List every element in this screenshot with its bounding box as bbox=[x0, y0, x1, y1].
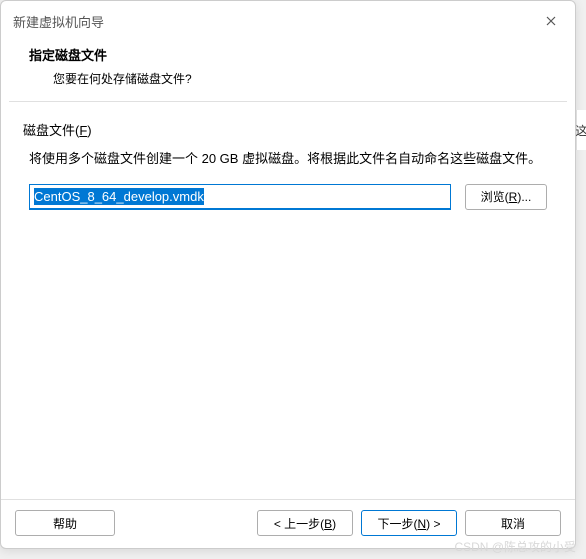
disk-file-group-label: 磁盘文件(F) bbox=[23, 120, 553, 139]
disk-file-input-value: CentOS_8_64_develop.vmdk bbox=[34, 188, 204, 205]
content-area: 磁盘文件(F) 将使用多个磁盘文件创建一个 20 GB 虚拟磁盘。将根据此文件名… bbox=[1, 102, 575, 499]
wizard-footer: 帮助 < 上一步(B) 下一步(N) > 取消 bbox=[1, 499, 575, 548]
description-text: 将使用多个磁盘文件创建一个 20 GB 虚拟磁盘。将根据此文件名自动命名这些磁盘… bbox=[29, 149, 547, 170]
browse-button[interactable]: 浏览(R)... bbox=[465, 184, 547, 210]
back-button[interactable]: < 上一步(B) bbox=[257, 510, 353, 536]
side-strip: 这 bbox=[576, 110, 586, 150]
cancel-button[interactable]: 取消 bbox=[465, 510, 561, 536]
titlebar: 新建虚拟机向导 bbox=[1, 1, 575, 39]
wizard-header: 指定磁盘文件 您要在何处存储磁盘文件? bbox=[1, 39, 575, 101]
disk-file-input[interactable]: CentOS_8_64_develop.vmdk bbox=[29, 184, 451, 210]
close-icon bbox=[546, 16, 556, 26]
close-button[interactable] bbox=[539, 9, 563, 33]
file-input-row: CentOS_8_64_develop.vmdk 浏览(R)... bbox=[29, 184, 547, 210]
next-button[interactable]: 下一步(N) > bbox=[361, 510, 457, 536]
header-subtitle: 您要在何处存储磁盘文件? bbox=[29, 70, 547, 87]
window-title: 新建虚拟机向导 bbox=[13, 12, 104, 31]
help-button[interactable]: 帮助 bbox=[15, 510, 115, 536]
wizard-dialog: 新建虚拟机向导 指定磁盘文件 您要在何处存储磁盘文件? 磁盘文件(F) 将使用多… bbox=[0, 0, 576, 549]
header-title: 指定磁盘文件 bbox=[29, 45, 547, 64]
